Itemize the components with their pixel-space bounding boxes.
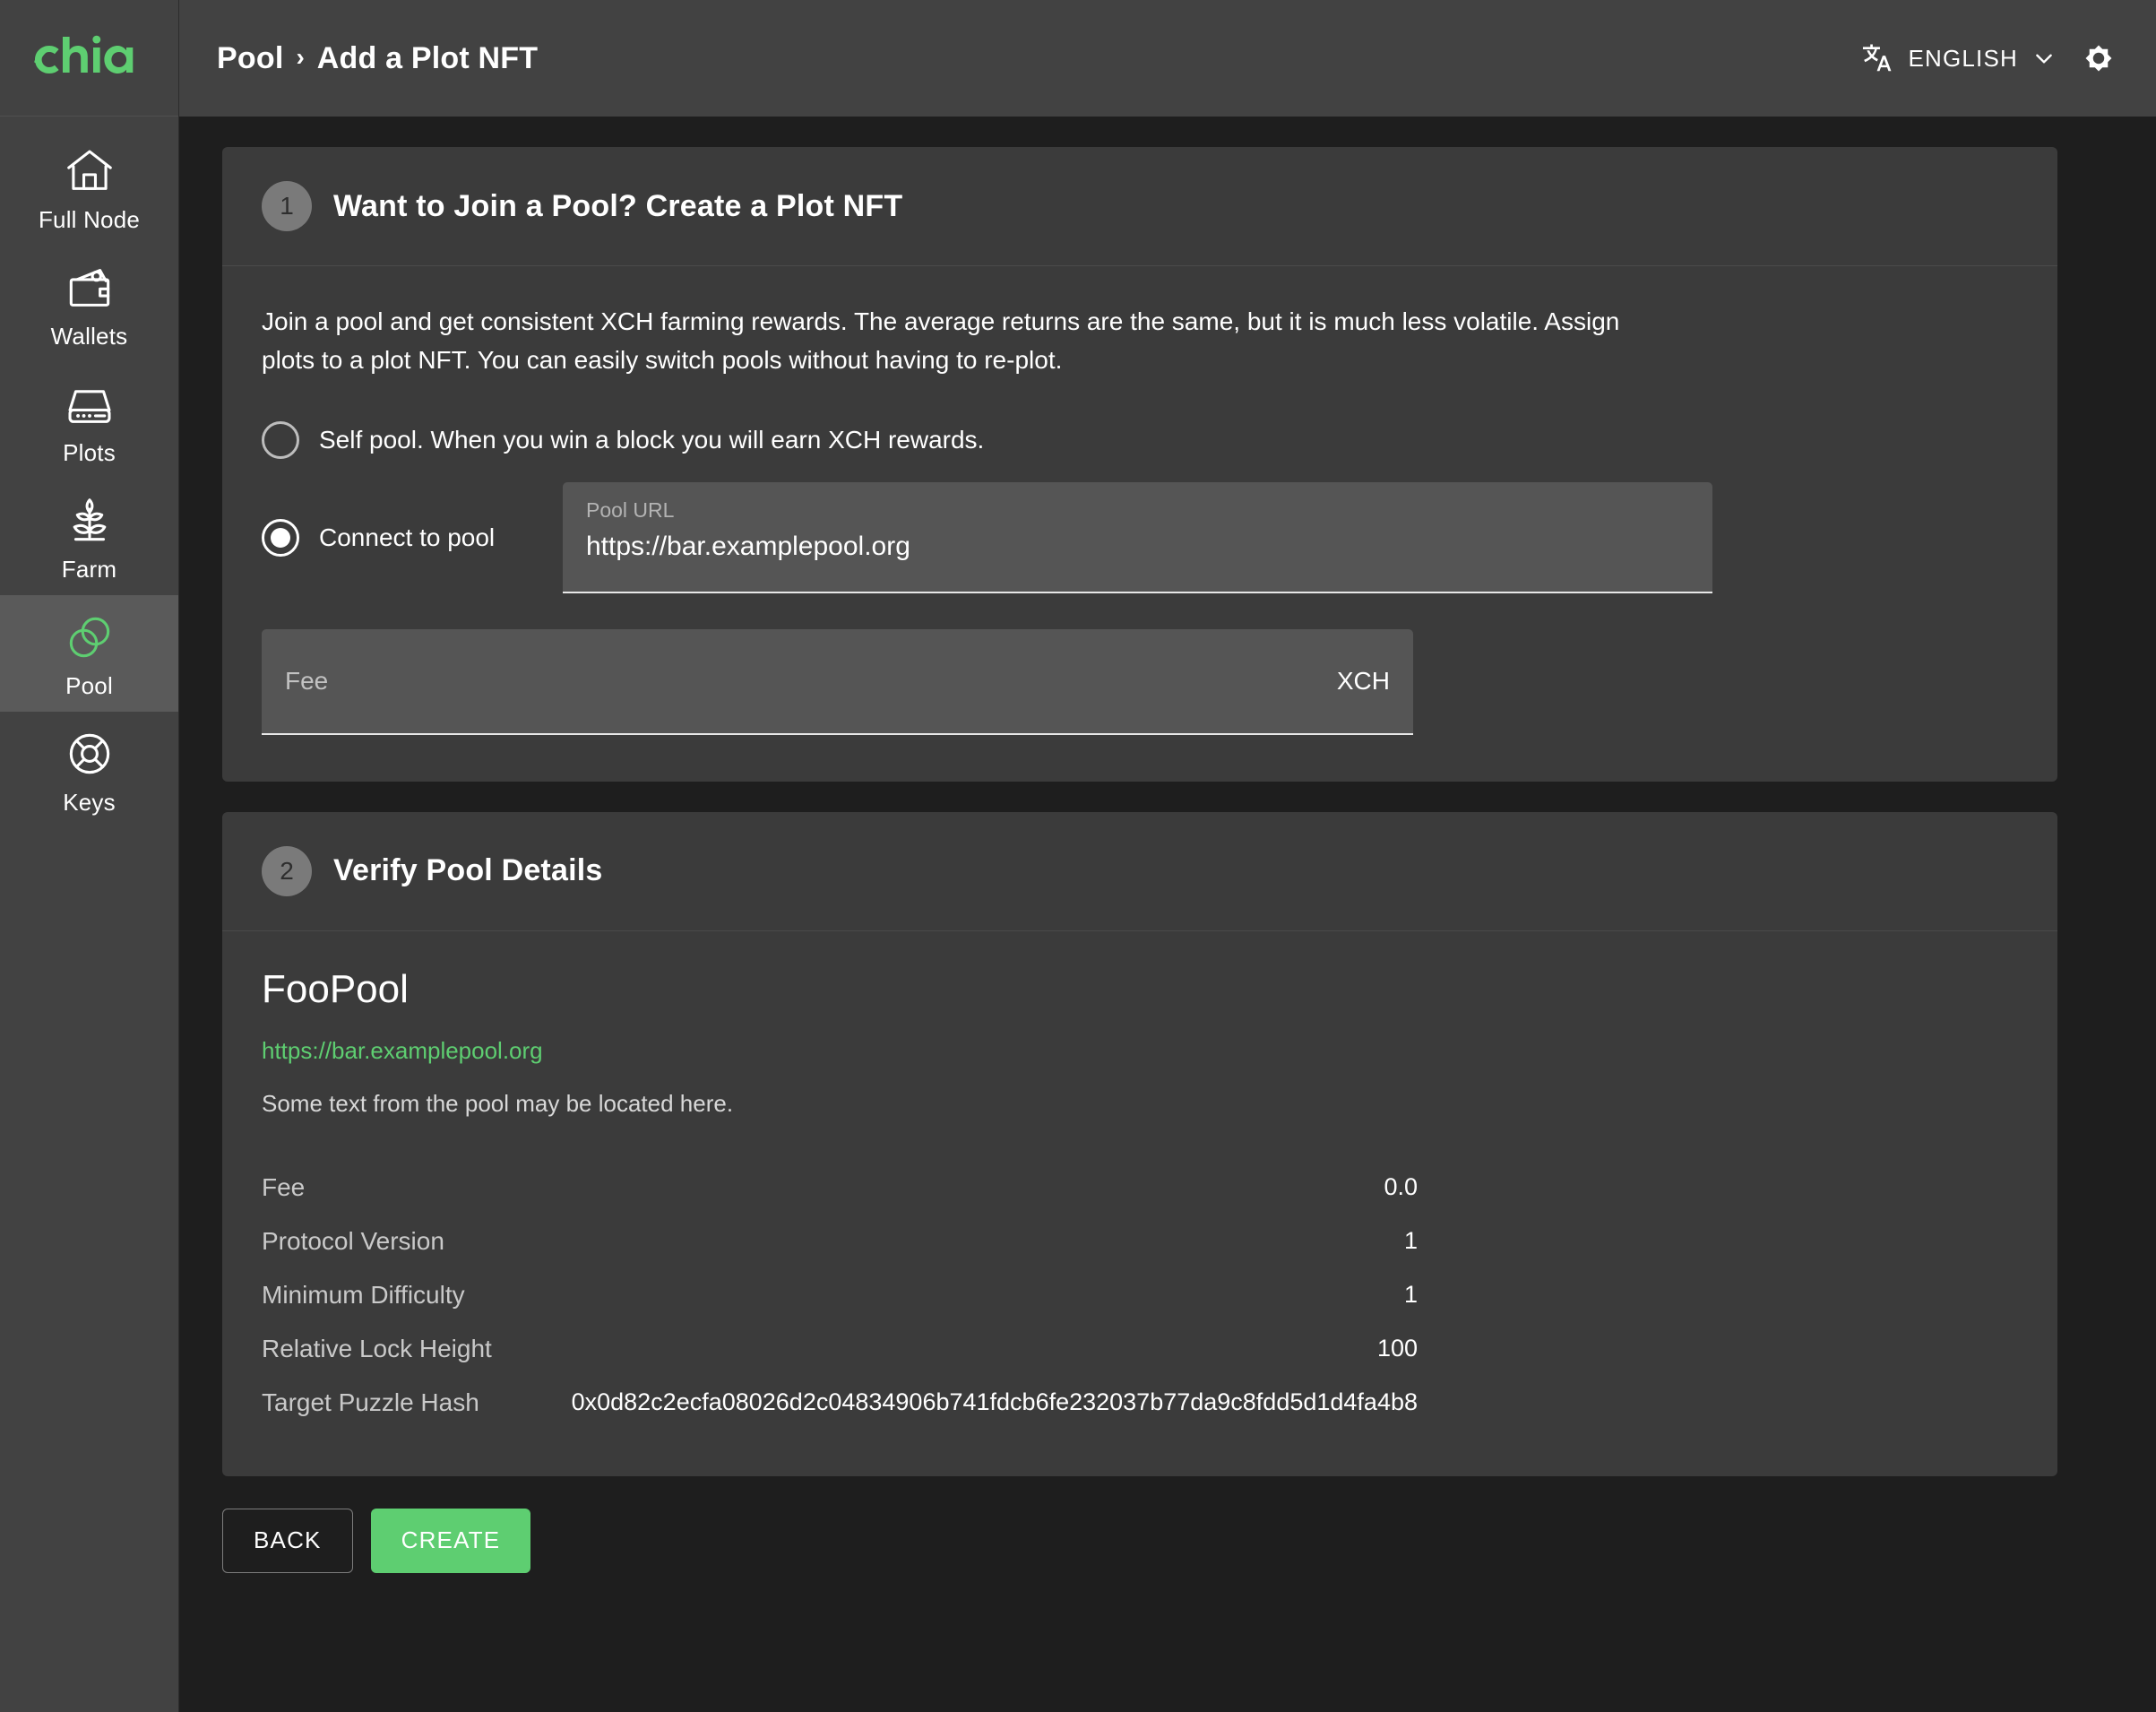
sidebar-item-label: Pool [65, 672, 113, 699]
content-scroll: 1 Want to Join a Pool? Create a Plot NFT… [179, 117, 2156, 1712]
pool-url-input[interactable]: Pool URL https://bar.examplepool.org [563, 481, 1712, 593]
back-button[interactable]: BACK [222, 1508, 353, 1573]
topbar-actions: ENGLISH [1859, 39, 2118, 78]
step-badge-1: 1 [262, 181, 312, 231]
detail-key: Target Puzzle Hash [262, 1388, 479, 1416]
pool-intro-paragraph: Join a pool and get consistent XCH farmi… [262, 307, 1620, 375]
detail-value: 1 [1403, 1281, 1418, 1309]
pool-url-link[interactable]: https://bar.examplepool.org [262, 1037, 543, 1065]
create-button[interactable]: CREATE [370, 1508, 531, 1573]
sidebar-item-label: Keys [63, 789, 116, 816]
sidebar-nav: Full Node Wallets Plots Farm Pool Keys [0, 117, 178, 828]
detail-value: 0.0 [1384, 1173, 1418, 1201]
lifebuoy-icon [69, 733, 109, 774]
detail-key: Minimum Difficulty [262, 1280, 465, 1309]
breadcrumb-separator: › [296, 43, 305, 71]
sidebar-item-pool[interactable]: Pool [0, 595, 178, 712]
card-title: Verify Pool Details [333, 853, 603, 888]
sidebar: Full Node Wallets Plots Farm Pool Keys [0, 0, 179, 1712]
gear-icon[interactable] [2079, 39, 2118, 78]
breadcrumb: Pool › Add a Plot NFT [217, 41, 538, 76]
chia-logo [0, 0, 178, 117]
pool-description: Some text from the pool may be located h… [262, 1089, 734, 1117]
radio-row-self-pool[interactable]: Self pool. When you win a block you will… [262, 420, 2018, 459]
app-root: Full Node Wallets Plots Farm Pool Keys P… [0, 0, 2156, 1712]
translate-icon [1863, 44, 1892, 72]
detail-row: Target Puzzle Hash 0x0d82c2ecfa08026d2c0… [262, 1376, 1418, 1430]
chia-logo-icon [33, 35, 133, 73]
radio-self-pool-label: Self pool. When you win a block you will… [319, 425, 985, 454]
fee-currency-suffix: XCH [1336, 666, 1390, 695]
card-create-plot-nft: 1 Want to Join a Pool? Create a Plot NFT… [222, 147, 2057, 782]
sidebar-item-full-node[interactable]: Full Node [0, 129, 178, 246]
card-title: Want to Join a Pool? Create a Plot NFT [333, 188, 903, 223]
detail-key: Fee [262, 1172, 306, 1201]
harddrive-icon [67, 390, 111, 423]
sidebar-item-label: Full Node [38, 206, 141, 233]
detail-row: Fee 0.0 [262, 1161, 1418, 1215]
card-body: Join a pool and get consistent XCH farmi… [222, 266, 2057, 782]
radio-connect-to-pool[interactable] [262, 518, 299, 557]
sidebar-item-plots[interactable]: Plots [0, 362, 178, 479]
sidebar-item-label: Farm [61, 556, 117, 583]
sprout-icon [73, 498, 106, 541]
detail-value: 100 [1376, 1335, 1418, 1362]
wallet-icon [69, 269, 109, 307]
sidebar-item-farm[interactable]: Farm [0, 479, 178, 595]
detail-value: 1 [1403, 1227, 1418, 1255]
main-area: Pool › Add a Plot NFT ENGLISH 1 Want to … [179, 0, 2156, 1712]
detail-key: Relative Lock Height [262, 1334, 492, 1362]
radio-self-pool[interactable] [262, 420, 299, 459]
pool-url-value: https://bar.examplepool.org [586, 531, 910, 561]
card-header: 2 Verify Pool Details [222, 812, 2057, 931]
fee-placeholder: Fee [285, 666, 329, 695]
radio-connect-to-pool-label: Connect to pool [319, 523, 496, 551]
detail-row: Relative Lock Height 100 [262, 1322, 1418, 1376]
language-label: ENGLISH [1908, 44, 2018, 72]
sidebar-item-label: Wallets [50, 323, 128, 350]
pool-name: FooPool [262, 966, 409, 1011]
language-selector[interactable]: ENGLISH [1859, 41, 2056, 75]
form-actions: BACK CREATE [222, 1507, 2057, 1573]
chevron-down-icon [2036, 54, 2052, 64]
detail-key: Protocol Version [262, 1226, 444, 1255]
card-verify-pool-details: 2 Verify Pool Details FooPool https://ba… [222, 811, 2057, 1476]
radio-row-connect-pool[interactable]: Connect to pool Pool URL https://bar.exa… [262, 481, 2018, 593]
step-badge-2: 2 [262, 845, 312, 896]
pool-url-label: Pool URL [586, 497, 675, 522]
card-header: 1 Want to Join a Pool? Create a Plot NFT [222, 147, 2057, 266]
fee-input[interactable]: Fee XCH [262, 628, 1413, 735]
card-body: FooPool https://bar.examplepool.org Some… [222, 931, 2057, 1476]
sidebar-item-label: Plots [63, 439, 116, 466]
breadcrumb-parent[interactable]: Pool [217, 41, 283, 76]
pool-details-list: Fee 0.0 Protocol Version 1 Minimum Diffi… [262, 1161, 2018, 1430]
detail-value: 0x0d82c2ecfa08026d2c04834906b741fdcb6fe2… [571, 1388, 1418, 1416]
home-icon [66, 150, 112, 190]
page-title: Add a Plot NFT [316, 40, 539, 75]
detail-row: Protocol Version 1 [262, 1215, 1418, 1268]
detail-row: Minimum Difficulty 1 [262, 1268, 1418, 1322]
sidebar-item-keys[interactable]: Keys [0, 712, 178, 828]
sidebar-item-wallets[interactable]: Wallets [0, 246, 178, 362]
pool-circles-icon [69, 617, 109, 658]
topbar: Pool › Add a Plot NFT ENGLISH [179, 0, 2156, 117]
